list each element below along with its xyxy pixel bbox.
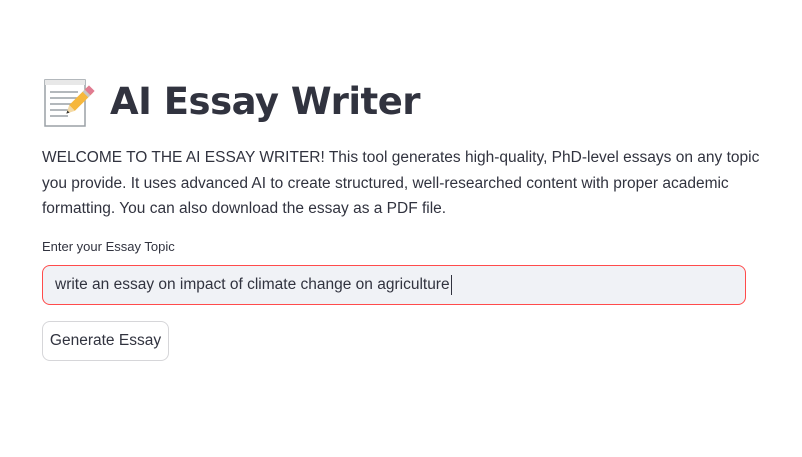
page-title: AI Essay Writer <box>110 80 421 123</box>
topic-input[interactable]: write an essay on impact of climate chan… <box>55 275 452 295</box>
generate-essay-button[interactable]: Generate Essay <box>42 321 169 361</box>
topic-input-value: write an essay on impact of climate chan… <box>55 276 450 293</box>
topic-input-container[interactable]: write an essay on impact of climate chan… <box>42 265 746 305</box>
title-row: AI Essay Writer <box>42 72 421 132</box>
topic-label: Enter your Essay Topic <box>42 239 175 254</box>
app-main: AI Essay Writer WELCOME TO THE AI ESSAY … <box>0 0 802 457</box>
memo-pencil-icon <box>44 79 95 127</box>
text-caret <box>450 275 452 295</box>
intro-text: WELCOME TO THE AI ESSAY WRITER! This too… <box>42 149 760 217</box>
